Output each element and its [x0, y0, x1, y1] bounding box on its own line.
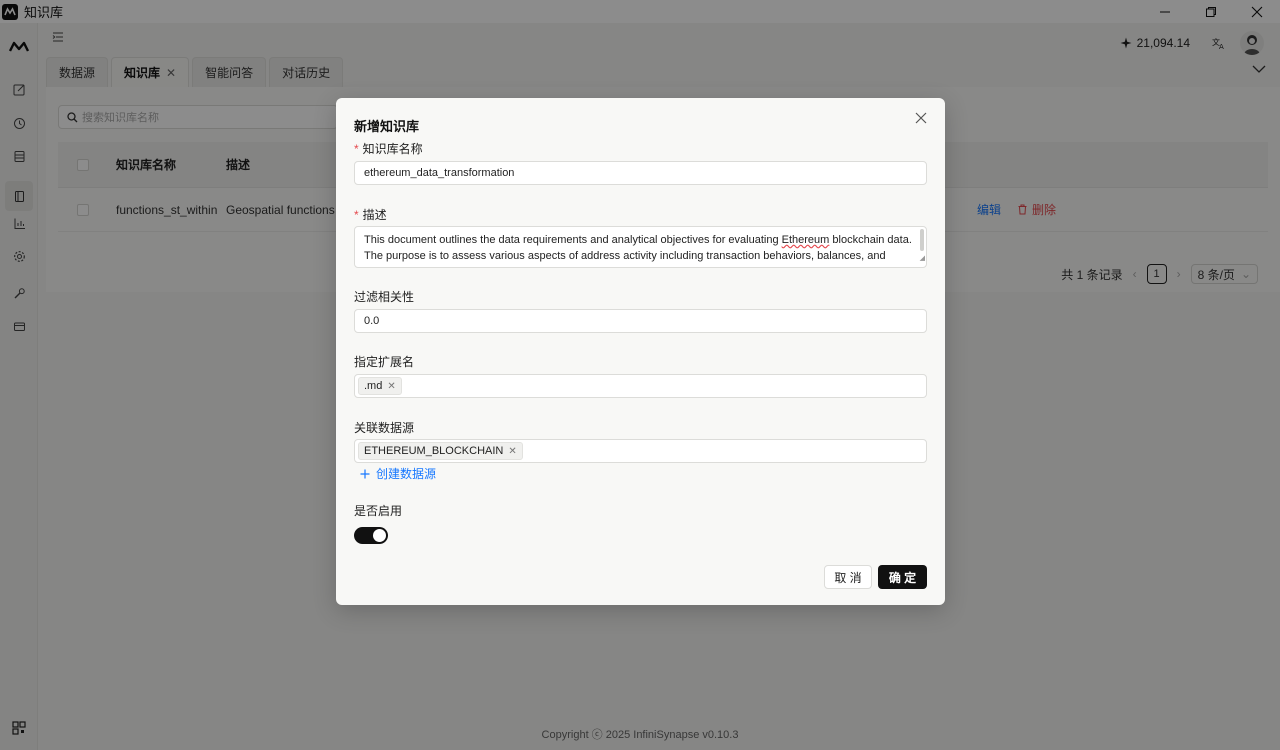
name-field[interactable]: ethereum_data_transformation — [354, 161, 927, 185]
required-mark: * — [354, 208, 359, 222]
new-knowledge-base-dialog: 新增知识库 * 知识库名称 ethereum_data_transformatio… — [336, 98, 945, 605]
enable-toggle[interactable] — [354, 527, 388, 544]
tag-remove-icon[interactable]: ✕ — [508, 446, 516, 457]
textarea-scrollbar[interactable] — [920, 229, 924, 251]
confirm-button[interactable]: 确 定 — [878, 565, 927, 589]
close-icon[interactable] — [915, 112, 931, 128]
enable-label: 是否启用 — [354, 504, 403, 518]
datasource-select[interactable]: ETHEREUM_BLOCKCHAIN ✕ — [354, 439, 927, 463]
filter-relevance-label: 过滤相关性 — [354, 290, 415, 304]
toggle-knob — [373, 529, 386, 542]
dialog-title: 新增知识库 — [354, 119, 420, 134]
cancel-button[interactable]: 取 消 — [824, 565, 872, 589]
plus-icon — [360, 469, 370, 478]
extension-tag: .md ✕ — [358, 377, 402, 395]
filter-relevance-field[interactable]: 0.0 — [354, 309, 927, 333]
datasource-tag: ETHEREUM_BLOCKCHAIN ✕ — [358, 442, 523, 460]
description-label: * 描述 — [354, 208, 387, 222]
name-label: * 知识库名称 — [354, 142, 423, 156]
tag-remove-icon[interactable]: ✕ — [387, 381, 395, 392]
create-datasource-link[interactable]: 创建数据源 — [360, 465, 436, 482]
extension-label: 指定扩展名 — [354, 355, 415, 369]
misspelled-word: Ethereum — [781, 234, 830, 246]
resize-handle-icon[interactable]: ◢ — [920, 251, 925, 267]
required-mark: * — [354, 142, 359, 156]
datasource-label: 关联数据源 — [354, 421, 415, 435]
extension-select[interactable]: .md ✕ — [354, 374, 927, 398]
description-field[interactable]: This document outlines the data requirem… — [354, 226, 927, 268]
